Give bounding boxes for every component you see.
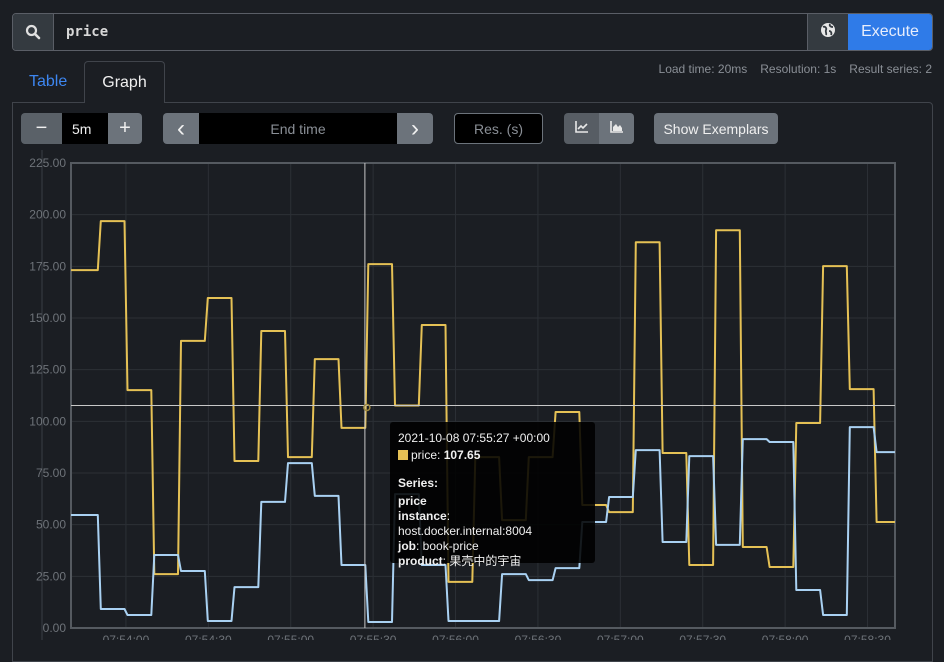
y-tick-label: 225.00 [29,156,66,170]
stacked-button[interactable] [599,113,634,144]
range-input[interactable]: 5m [62,113,108,144]
globe-icon [820,22,836,43]
tooltip-time: 2021-10-08 07:55:27 +00:00 [398,431,550,445]
graph-controls: − 5m + ‹ End time › Res. (s) Show Exempl… [21,113,778,144]
y-tick-label: 200.00 [29,208,66,222]
search-icon [13,14,54,50]
x-tick-label: 07:55:00 [267,633,314,640]
next-time-button[interactable]: › [397,113,433,144]
metrics-explorer-button[interactable] [807,14,848,50]
y-tick-label: 175.00 [29,259,66,273]
x-tick-label: 07:56:30 [515,633,562,640]
tooltip-series-label: price: [411,448,444,462]
end-time-input[interactable]: End time [199,113,397,144]
increase-range-button[interactable]: + [108,113,142,144]
series-color-swatch [398,450,408,460]
tab-graph[interactable]: Graph [84,61,165,103]
x-tick-label: 07:54:00 [103,633,150,640]
chevron-left-icon: ‹ [177,114,185,142]
range-control: − 5m + [21,113,142,144]
x-tick-label: 07:57:00 [597,633,644,640]
y-tick-label: 150.00 [29,311,66,325]
query-stats: Load time: 20ms Resolution: 1s Result se… [659,62,932,76]
chevron-right-icon: › [411,114,419,142]
view-tabs: Table Graph [12,61,165,103]
show-exemplars-button[interactable]: Show Exemplars [654,113,778,144]
expression-input[interactable]: price [54,14,807,50]
result-series: Result series: 2 [849,62,932,76]
x-axis-ticks: 07:54:00 07:54:30 07:55:00 07:55:30 07:56:00… [103,633,892,647]
graph-tooltip: 2021-10-08 07:55:27 +00:00 price: 107.65… [390,422,595,568]
y-tick-label: 25.00 [36,569,66,583]
x-tick-label: 07:54:30 [185,633,232,640]
stack-toggle [564,113,634,144]
tooltip-value-row: price: 107.65 [398,448,587,463]
x-tick-label: 07:56:00 [432,633,479,640]
label-value: : book-price [416,539,479,553]
end-time-control: ‹ End time › [163,113,433,144]
x-tick-label: 07:58:30 [844,633,891,640]
y-axis-ticks: 0.00 25.00 50.00 75.00 100.00 125.00 150.00 175… [29,156,66,635]
y-tick-label: 100.00 [29,414,66,428]
line-chart-icon [574,120,589,138]
x-tick-label: 07:57:30 [679,633,726,640]
label-key: instance [398,509,447,523]
tooltip-label-row: instance: host.docker.internal:8004 [398,509,587,539]
previous-time-button[interactable]: ‹ [163,113,199,144]
tab-table[interactable]: Table [12,61,84,103]
area-chart-icon [609,120,624,138]
tooltip-metric: price [398,494,427,508]
label-key: product [398,554,443,568]
decrease-range-button[interactable]: − [21,113,62,144]
tooltip-value: 107.65 [443,448,481,462]
load-time: Load time: 20ms [658,62,748,76]
x-tick-label: 07:58:00 [762,633,809,640]
resolution: Resolution: 1s [760,62,837,76]
execute-button[interactable]: Execute [848,14,932,50]
resolution-input[interactable]: Res. (s) [454,113,543,144]
label-key: job [398,539,416,553]
tooltip-label-row: product: 果壳中的宇宙 [398,554,587,569]
y-tick-label: 125.00 [29,363,66,377]
y-tick-label: 75.00 [36,466,66,480]
query-bar: price Execute [12,13,933,51]
x-tick-label: 07:55:30 [350,633,397,640]
y-tick-label: 50.00 [36,518,66,532]
label-value: : 果壳中的宇宙 [442,554,522,568]
tooltip-label-row: job: book-price [398,539,587,554]
tooltip-series-header: Series: [398,476,439,490]
unstacked-button[interactable] [564,113,599,144]
y-tick-label: 0.00 [43,621,67,635]
